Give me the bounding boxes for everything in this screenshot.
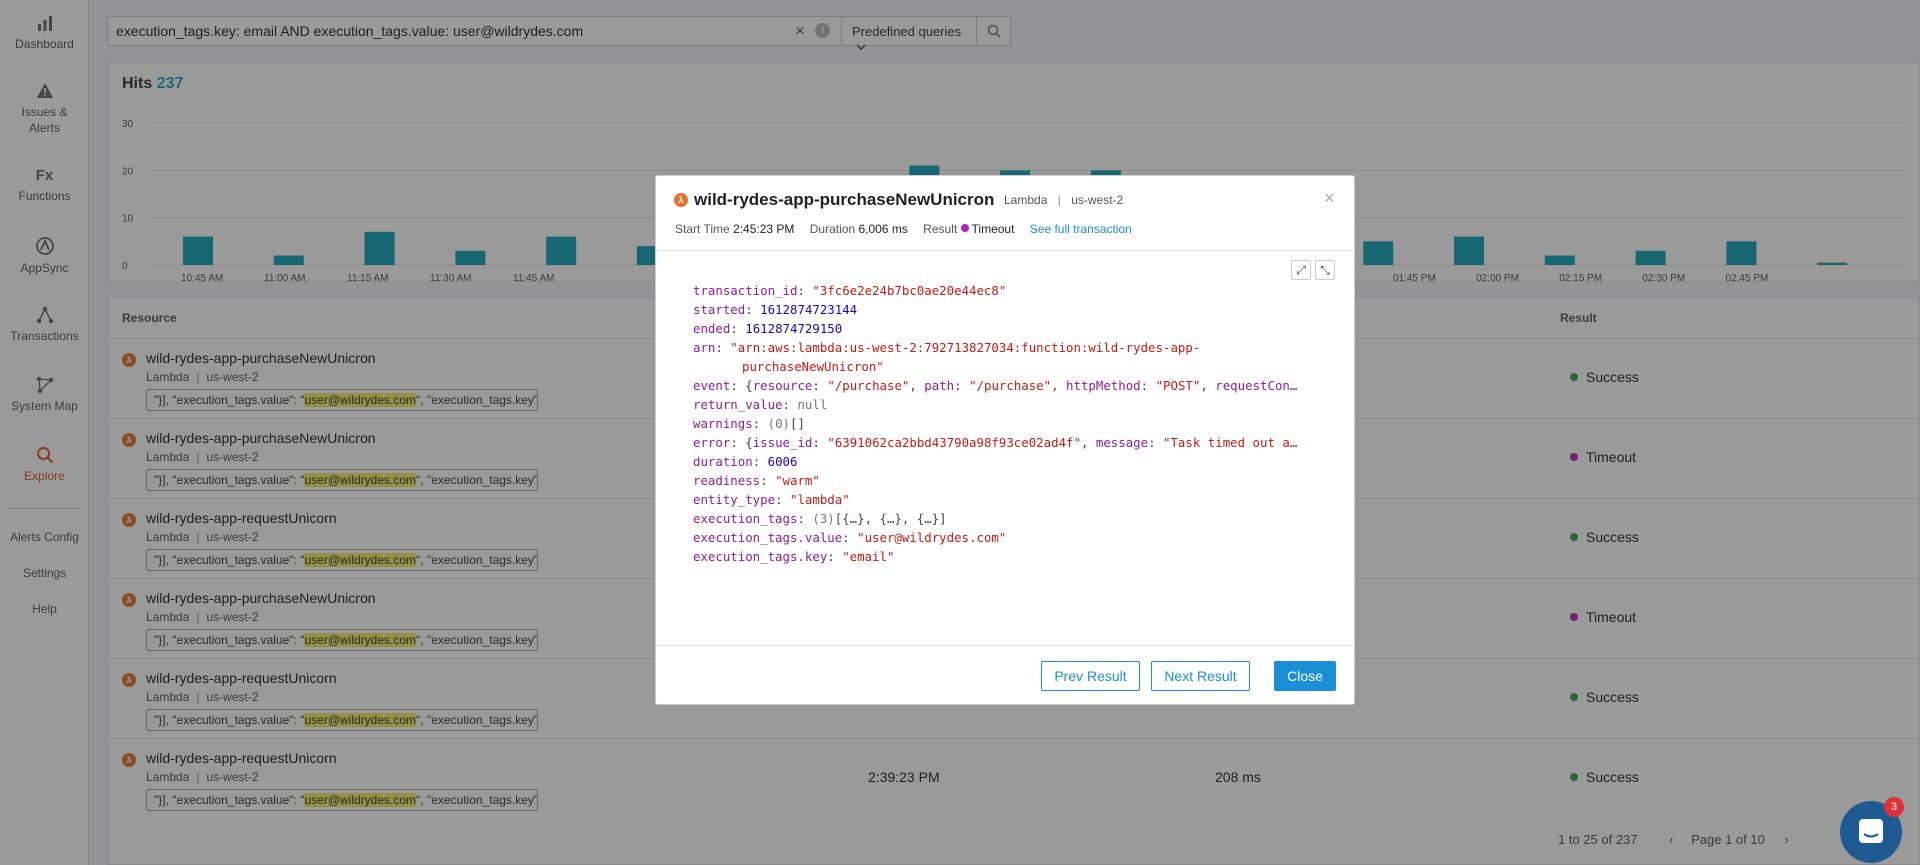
json-line: entity_type: "lambda" <box>693 492 850 507</box>
modal-title: wild-rydes-app-purchaseNewUnicron <box>694 190 995 209</box>
timeout-dot-icon <box>960 224 969 232</box>
next-result-button[interactable]: Next Result <box>1151 661 1250 691</box>
modal-region: us-west-2 <box>1071 193 1124 207</box>
json-value: "Task timed out a… <box>1163 435 1298 450</box>
json-value: null <box>797 397 828 412</box>
json-line: started: 1612874723144 <box>693 302 858 317</box>
collapse-icon[interactable]: ⤡ <box>1315 260 1335 280</box>
result-text: Timeout <box>971 222 1015 236</box>
duration-value: 6,006 ms <box>858 222 908 236</box>
json-value: "email" <box>842 549 895 564</box>
duration-label: Duration <box>809 222 856 236</box>
json-value: purchaseNewUnicron" <box>742 359 884 374</box>
json-line: execution_tags.value: "user@wildrydes.co… <box>693 530 1007 545</box>
json-value: 6006 <box>767 454 798 469</box>
json-value: "lambda" <box>789 492 850 507</box>
json-line: return_value: null <box>693 397 828 412</box>
modal-resource-type: Lambda <box>1004 193 1048 207</box>
json-value: "/purchase" <box>969 378 1052 393</box>
modal-divider <box>656 250 1354 251</box>
result-label: Result <box>923 222 958 236</box>
chat-notification-badge: 3 <box>1884 797 1904 817</box>
close-button[interactable]: Close <box>1274 661 1336 691</box>
start-time-value: 2:45:23 PM <box>733 222 795 236</box>
lambda-icon: λ <box>674 193 688 207</box>
json-value: "6391062ca2bbd43790a98f93ce02ad4f" <box>827 435 1081 450</box>
json-line: arn: "arn:aws:lambda:us-west-2:792713827… <box>693 340 1201 355</box>
modal-subtitle: Lambda | us-west-2 <box>1004 193 1124 207</box>
json-value: "3fc6e2e24b7bc0ae20e44ec8" <box>812 283 1007 298</box>
json-value: 1612874723144 <box>760 302 858 317</box>
json-value: [{…}, {…}, {…}] <box>834 511 947 526</box>
json-viewer: transaction_id: "3fc6e2e24b7bc0ae20e44ec… <box>693 281 1328 566</box>
json-line: transaction_id: "3fc6e2e24b7bc0ae20e44ec… <box>693 283 1007 298</box>
json-value: "POST" <box>1155 378 1201 393</box>
prev-result-button[interactable]: Prev Result <box>1041 661 1140 691</box>
start-time-label: Start Time <box>675 222 730 236</box>
json-line-execution-tags[interactable]: ▶execution_tags: (3)[{…}, {…}, {…}] <box>693 509 1328 528</box>
see-full-transaction-link[interactable]: See full transaction <box>1030 222 1132 236</box>
json-value: "warm" <box>775 473 820 488</box>
modal-info: Start Time 2:45:23 PM Duration 6,006 ms … <box>675 222 1132 236</box>
result-detail-modal: λ wild-rydes-app-purchaseNewUnicron Lamb… <box>655 175 1355 705</box>
json-line: duration: 6006 <box>693 454 798 469</box>
json-line: readiness: "warm" <box>693 473 820 488</box>
json-value: (3) <box>812 511 835 526</box>
result-value: Timeout <box>960 222 1015 236</box>
json-value: "arn:aws:lambda:us-west-2:792713827034:f… <box>730 340 1201 355</box>
json-value: "/purchase" <box>827 378 910 393</box>
json-value: requestCon… <box>1215 378 1298 393</box>
json-value: [] <box>790 416 805 431</box>
json-line: execution_tags.key: "email" <box>693 549 895 564</box>
json-value: "user@wildrydes.com" <box>857 530 1007 545</box>
expand-icon[interactable]: ⤢ <box>1291 260 1311 280</box>
json-line: ended: 1612874729150 <box>693 321 843 336</box>
json-line: warnings: (0)[] <box>693 416 805 431</box>
close-icon[interactable]: × <box>1324 188 1335 209</box>
json-value: (0) <box>767 416 790 431</box>
json-line-event[interactable]: ▶event: {resource: "/purchase", path: "/… <box>693 376 1328 395</box>
json-line-error[interactable]: ▶error: {issue_id: "6391062ca2bbd43790a9… <box>693 433 1328 452</box>
modal-footer-divider <box>656 645 1354 646</box>
json-line: purchaseNewUnicron" <box>693 357 1328 376</box>
json-value: 1612874729150 <box>745 321 843 336</box>
